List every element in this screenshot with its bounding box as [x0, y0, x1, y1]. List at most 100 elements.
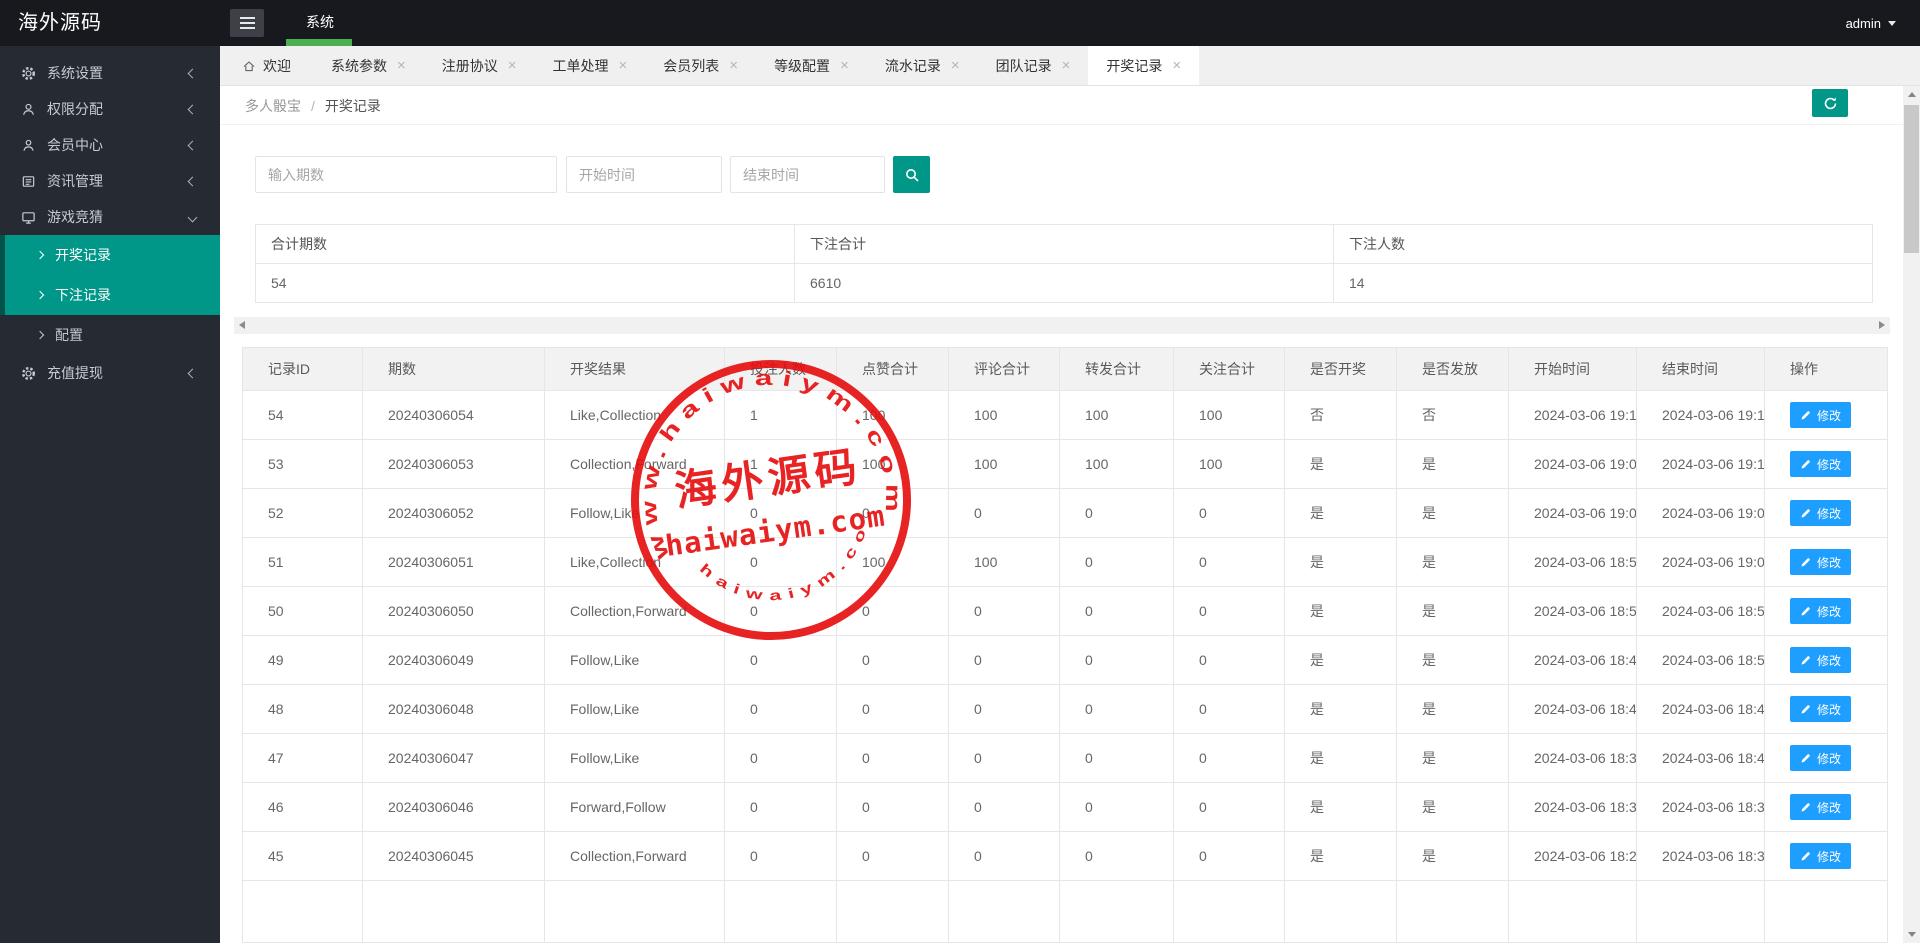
cell: 0 [1059, 733, 1174, 783]
cell [1059, 880, 1174, 943]
sidebar-subitem-label: 开奖记录 [55, 247, 111, 263]
tab-close-icon[interactable]: × [729, 58, 738, 73]
summary-header-cell: 合计期数 [255, 224, 795, 264]
cell: 0 [836, 488, 949, 538]
scroll-down-icon[interactable] [1903, 926, 1920, 943]
edit-button[interactable]: 修改 [1790, 843, 1852, 869]
sidebar-item-draw-records[interactable]: 开奖记录 [0, 235, 220, 275]
cell [836, 880, 949, 943]
tab-item[interactable]: 会员列表 × [645, 46, 756, 85]
edit-button[interactable]: 修改 [1790, 402, 1852, 428]
search-button[interactable] [893, 156, 930, 193]
scroll-up-icon[interactable] [1903, 86, 1920, 103]
cell: 0 [948, 733, 1060, 783]
scroll-right-icon[interactable] [1879, 321, 1885, 329]
table-row-partial [242, 880, 1888, 943]
tab-item[interactable]: 流水记录 × [867, 46, 978, 85]
period-input[interactable] [255, 156, 557, 193]
cell: 0 [948, 488, 1060, 538]
cell: 0 [948, 831, 1060, 881]
column-header: 操作 [1764, 347, 1888, 391]
end-time-input[interactable] [730, 156, 885, 193]
edit-button-label: 修改 [1817, 800, 1842, 815]
sidebar-item-content-management[interactable]: 资讯管理 [0, 163, 220, 199]
tab-close-icon[interactable]: × [397, 58, 406, 73]
edit-button[interactable]: 修改 [1790, 794, 1852, 820]
sidebar-item-config[interactable]: 配置 [0, 315, 220, 355]
cell [724, 880, 837, 943]
sidebar-item-member-center[interactable]: 会员中心 [0, 127, 220, 163]
tab-close-icon[interactable]: × [619, 58, 628, 73]
actions-cell: 修改 [1764, 390, 1888, 440]
actions-cell: 修改 [1764, 831, 1888, 881]
cell: 20240306046 [362, 782, 545, 832]
cell: 是 [1284, 831, 1397, 881]
hamburger-menu-icon[interactable] [230, 9, 264, 37]
cell: 0 [724, 488, 837, 538]
edit-icon [1800, 801, 1812, 813]
cell: 2024-03-06 18:34 [1508, 782, 1637, 832]
tab-close-icon[interactable]: × [951, 58, 960, 73]
column-header: 开奖结果 [544, 347, 725, 391]
edit-button[interactable]: 修改 [1790, 500, 1852, 526]
breadcrumb-current: 开奖记录 [324, 97, 381, 114]
users-icon [20, 101, 36, 117]
cell: 1 [724, 390, 837, 440]
sidebar-subitem-label: 配置 [55, 327, 83, 343]
tab-close-icon[interactable]: × [840, 58, 849, 73]
tab-item[interactable]: 开奖记录 × [1088, 46, 1200, 85]
breadcrumb-parent[interactable]: 多人骰宝 [245, 96, 301, 116]
actions-cell: 修改 [1764, 488, 1888, 538]
sidebar-item-label: 权限分配 [47, 101, 103, 117]
cell: 0 [948, 586, 1060, 636]
tab-close-icon[interactable]: × [1062, 58, 1071, 73]
tab-item[interactable]: 团队记录 × [978, 46, 1089, 85]
gear-icon [20, 365, 36, 381]
cell: 2024-03-06 18:39 [1636, 782, 1765, 832]
topbar: 海外源码 系统 admin [0, 0, 1920, 46]
chevron-left-icon [187, 368, 198, 378]
start-time-input[interactable] [566, 156, 722, 193]
edit-button[interactable]: 修改 [1790, 745, 1852, 771]
summary-header-cell: 下注人数 [1333, 224, 1873, 264]
cell: 是 [1396, 537, 1509, 587]
edit-button[interactable]: 修改 [1790, 549, 1852, 575]
sidebar-item-system-settings[interactable]: 系统设置 [0, 55, 220, 91]
edit-button[interactable]: 修改 [1790, 696, 1852, 722]
cell: 20240306053 [362, 439, 545, 489]
tab-label: 系统参数 [331, 57, 387, 74]
column-header: 是否发放 [1396, 347, 1509, 391]
scroll-left-icon[interactable] [239, 321, 245, 329]
refresh-button[interactable] [1812, 89, 1848, 117]
cell: 0 [1173, 684, 1285, 734]
sidebar-item-recharge-withdraw[interactable]: 充值提现 [0, 355, 220, 391]
edit-button[interactable]: 修改 [1790, 451, 1852, 477]
cell: 2024-03-06 18:29 [1508, 831, 1637, 881]
breadcrumb-row: 多人骰宝 / 开奖记录 [220, 86, 1903, 125]
table-row: 50 20240306050 Collection,Forward 0 0 0 0 0 是是 20… [242, 586, 1888, 636]
chevron-right-icon [35, 290, 45, 300]
sidebar: 系统设置权限分配会员中心 资讯管理游戏竞猜开奖记录下注记录配置充值提现 [0, 46, 220, 943]
edit-button[interactable]: 修改 [1790, 598, 1852, 624]
tab-close-icon[interactable]: × [508, 58, 517, 73]
summary-value-cell: 6610 [794, 263, 1334, 303]
cell: 是 [1396, 831, 1509, 881]
sidebar-item-bet-records[interactable]: 下注记录 [0, 275, 220, 315]
tab-item[interactable]: 注册协议 × [424, 46, 535, 85]
sidebar-item-label: 游戏竞猜 [47, 209, 103, 225]
tab-home[interactable]: 欢迎 [220, 46, 313, 85]
tab-item[interactable]: 等级配置 × [756, 46, 867, 85]
tab-item[interactable]: 工单处理 × [535, 46, 646, 85]
edit-button-label: 修改 [1817, 457, 1842, 472]
edit-button[interactable]: 修改 [1790, 647, 1852, 673]
tab-item[interactable]: 系统参数 × [313, 46, 424, 85]
actions-cell: 修改 [1764, 733, 1888, 783]
user-dropdown[interactable]: admin [1846, 0, 1896, 46]
scrollbar-thumb[interactable] [1904, 105, 1919, 253]
sidebar-item-game-guess[interactable]: 游戏竞猜 [0, 199, 220, 235]
chevron-left-icon [187, 176, 198, 186]
sidebar-item-permissions[interactable]: 权限分配 [0, 91, 220, 127]
cell: Like,Collection [544, 537, 725, 587]
tab-close-icon[interactable]: × [1172, 58, 1181, 73]
cell: 是 [1396, 635, 1509, 685]
